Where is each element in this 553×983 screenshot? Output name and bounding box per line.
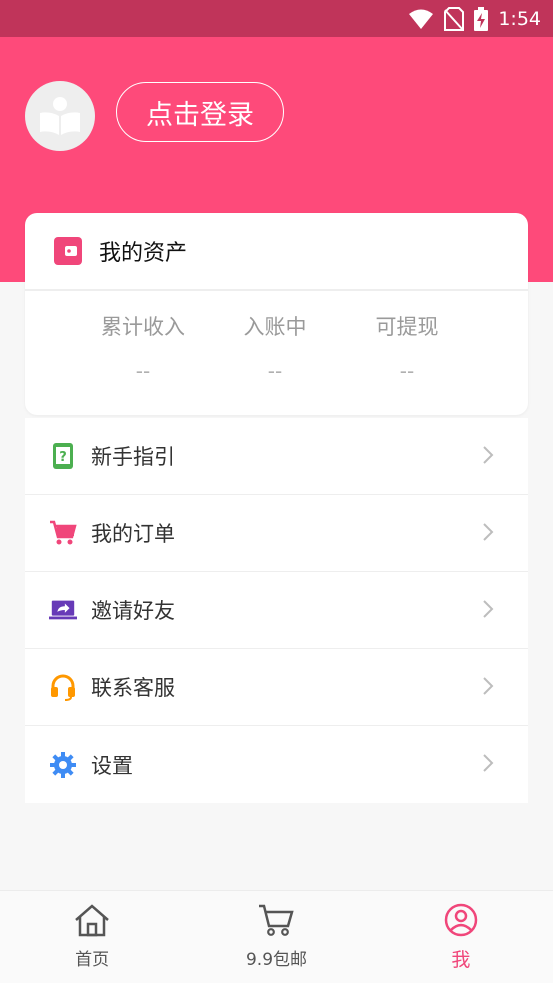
- status-bar: 1:54: [0, 0, 553, 37]
- asset-card: 我的资产 累计收入 -- 入账中 -- 可提现 --: [25, 213, 528, 415]
- gear-icon: [49, 751, 77, 779]
- menu-list: ? 新手指引 我的订单 邀请好友 联系客服 设置: [25, 418, 528, 803]
- stat-label: 可提现: [375, 315, 439, 339]
- status-icons: 1:54: [408, 6, 541, 32]
- menu-label: 我的订单: [91, 522, 175, 546]
- battery-charging-icon: [474, 7, 489, 31]
- user-icon: [444, 903, 478, 937]
- svg-text:?: ?: [59, 450, 67, 465]
- menu-item-support[interactable]: 联系客服: [25, 649, 528, 726]
- no-sim-icon: [444, 7, 465, 31]
- wallet-icon: [54, 237, 82, 265]
- menu-item-invite[interactable]: 邀请好友: [25, 572, 528, 649]
- tab-home[interactable]: 首页: [0, 891, 184, 983]
- asset-card-header: 我的资产: [25, 213, 528, 291]
- cart-icon: [259, 904, 295, 936]
- stat-label: 入账中: [243, 315, 307, 339]
- bottom-tab-bar: 首页 9.9包邮 我: [0, 890, 553, 983]
- share-laptop-icon: [49, 596, 77, 624]
- menu-label: 联系客服: [91, 676, 175, 700]
- chevron-right-icon: [483, 523, 494, 541]
- menu-item-settings[interactable]: 设置: [25, 726, 528, 803]
- stat-pending[interactable]: 入账中 --: [209, 311, 341, 383]
- stat-withdrawable[interactable]: 可提现 --: [341, 311, 473, 383]
- chevron-right-icon: [483, 600, 494, 618]
- tab-label: 首页: [75, 950, 110, 970]
- wifi-icon: [409, 9, 434, 29]
- menu-label: 邀请好友: [91, 599, 175, 623]
- phone-help-icon: ?: [49, 442, 77, 470]
- stat-label: 累计收入: [101, 315, 185, 339]
- tab-label: 9.9包邮: [245, 950, 308, 970]
- tab-free-shipping[interactable]: 9.9包邮: [184, 891, 368, 983]
- headset-icon: [49, 673, 77, 701]
- cart-icon: [49, 519, 77, 547]
- menu-label: 新手指引: [91, 445, 175, 469]
- chevron-right-icon: [483, 677, 494, 695]
- login-button[interactable]: 点击登录: [116, 82, 284, 142]
- asset-title: 我的资产: [99, 241, 188, 266]
- tab-label: 我: [451, 949, 471, 971]
- stat-total-income[interactable]: 累计收入 --: [77, 311, 209, 383]
- status-time: 1:54: [498, 8, 541, 30]
- menu-item-orders[interactable]: 我的订单: [25, 495, 528, 572]
- chevron-right-icon: [483, 754, 494, 772]
- home-icon: [75, 904, 109, 937]
- stat-value: --: [399, 359, 415, 383]
- menu-label: 设置: [91, 753, 133, 778]
- stat-value: --: [267, 359, 283, 383]
- stat-value: --: [135, 359, 151, 383]
- reading-person-icon: [40, 97, 80, 135]
- chevron-right-icon: [483, 446, 494, 464]
- avatar[interactable]: [25, 81, 95, 151]
- tab-me[interactable]: 我: [369, 891, 553, 983]
- asset-stats: 累计收入 -- 入账中 -- 可提现 --: [25, 291, 528, 383]
- menu-item-guide[interactable]: ? 新手指引: [25, 418, 528, 495]
